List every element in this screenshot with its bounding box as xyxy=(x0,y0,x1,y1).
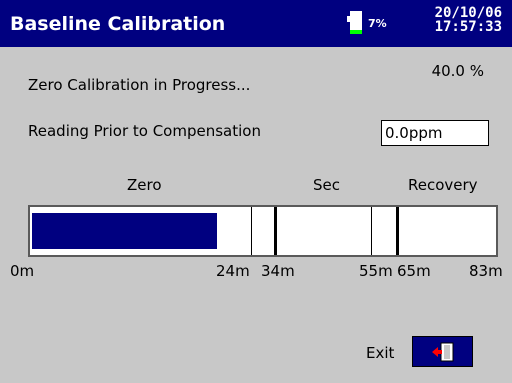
status-message: Zero Calibration in Progress... xyxy=(28,76,251,94)
progress-fill xyxy=(32,213,217,249)
battery-percent: 7% xyxy=(368,17,387,30)
date-text: 20/10/06 xyxy=(434,5,502,21)
exit-button[interactable] xyxy=(412,336,473,367)
title-bar: Baseline Calibration 7% 20/10/06 17:57:3… xyxy=(0,0,512,47)
tick-label-55m: 55m xyxy=(359,262,393,280)
tick-label-83m: 83m xyxy=(469,262,503,280)
time-text: 17:57:33 xyxy=(434,19,502,35)
datetime: 20/10/06 17:57:33 xyxy=(435,6,502,34)
tick-label-24m: 24m xyxy=(216,262,250,280)
reading-value-field[interactable]: 0.0ppm xyxy=(381,120,489,146)
tick-label-65m: 65m xyxy=(397,262,431,280)
page-title: Baseline Calibration xyxy=(10,13,226,35)
exit-label: Exit xyxy=(366,344,395,362)
timeline-marker-65m xyxy=(396,207,399,255)
phase-label-recovery: Recovery xyxy=(408,176,478,194)
tick-label-34m: 34m xyxy=(261,262,295,280)
reading-label: Reading Prior to Compensation xyxy=(28,122,261,140)
tick-label-0m: 0m xyxy=(10,262,35,280)
calibration-progress-bar xyxy=(28,205,498,257)
phase-label-zero: Zero xyxy=(127,176,162,194)
timeline-marker-24m xyxy=(251,207,252,255)
progress-percent: 40.0 % xyxy=(431,62,484,80)
timeline-marker-34m xyxy=(274,207,277,255)
timeline-marker-55m xyxy=(371,207,372,255)
phase-label-sec: Sec xyxy=(313,176,340,194)
exit-door-icon xyxy=(432,342,454,362)
battery-icon xyxy=(347,11,362,34)
